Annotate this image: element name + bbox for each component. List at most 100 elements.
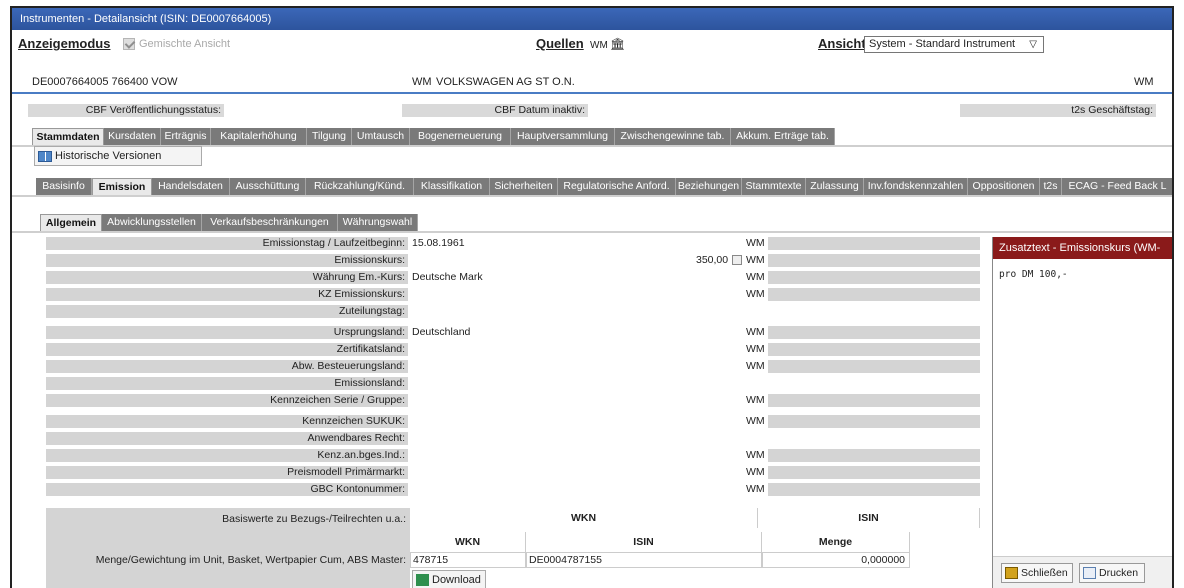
sub-sub-tabs: Allgemein Abwicklungsstellen Verkaufsbes… [12,214,1172,231]
tab-inv-fondskennzahlen[interactable]: Inv.fondskennzahlen [864,178,968,195]
ansicht-select[interactable]: System - Standard Instrument ▽ [864,36,1044,53]
field-src: WM [746,343,765,355]
gemischte-ansicht-toggle[interactable]: Gemischte Ansicht [115,38,230,51]
t2s-label: t2s Geschäftstag: [960,104,1156,117]
tab-handelsdaten[interactable]: Handelsdaten [152,178,230,195]
field-src: WM [746,360,765,372]
field-extra [768,394,980,407]
tab-hauptversammlung[interactable]: Hauptversammlung [511,128,615,145]
download-button[interactable]: Download [412,570,486,588]
tab-ertraegnis[interactable]: Erträgnis [161,128,211,145]
tab-zulassung[interactable]: Zulassung [806,178,864,195]
field-extra [768,343,980,356]
book-icon [38,150,52,162]
menge-cell-wkn: 478715 [410,552,526,568]
ansicht-label: Ansicht [818,36,866,51]
tab-stammtexte[interactable]: Stammtexte [742,178,806,195]
tab-beziehungen[interactable]: Beziehungen [676,178,742,195]
menge-label: Menge/Gewichtung im Unit, Basket, Wertpa… [46,530,410,588]
zusatztext-icon[interactable] [732,255,742,265]
field-label-kz-emissionskurs: KZ Emissionskurs: [46,288,408,301]
tab-allgemein[interactable]: Allgemein [40,214,102,231]
basiswerte-col-wkn: WKN [410,508,758,528]
building-icon[interactable]: 🏛 [610,37,625,51]
tab-regulatorische[interactable]: Regulatorische Anford. [558,178,676,195]
menge-col-isin: ISIN [526,532,762,552]
sub-sub-tabs-divider [12,231,1172,233]
field-src: WM [746,237,765,249]
field-label-preismodell: Preismodell Primärmarkt: [46,466,408,479]
checkbox-icon[interactable] [123,38,135,51]
menge-col-menge: Menge [762,532,910,552]
tab-oppositionen[interactable]: Oppositionen [968,178,1040,195]
instrument-id: DE0007664005 766400 VOW [32,76,178,88]
field-src: WM [746,483,765,495]
tab-basisinfo[interactable]: Basisinfo [36,178,92,195]
field-label-emissionsland: Emissionsland: [46,377,408,390]
field-label-zertifikatsland: Zertifikatsland: [46,343,408,356]
popup-title: Zusatztext - Emissionskurs (WM-GD669) [993,237,1172,276]
schliessen-button[interactable]: Schließen [1001,563,1073,583]
tab-zwischengewinne[interactable]: Zwischengewinne tab. [615,128,731,145]
field-src: WM [746,254,765,266]
quellen-label: Quellen [536,36,584,51]
field-label-emissionstag: Emissionstag / Laufzeitbeginn: [46,237,408,250]
field-label-besteuerungsland: Abw. Besteuerungsland: [46,360,408,373]
window-title: Instrumenten - Detailansicht (ISIN: DE00… [12,8,1172,30]
instrument-name: VOLKSWAGEN AG ST O.N. [436,76,575,88]
tab-bogenerneuerung[interactable]: Bogenerneuerung [410,128,511,145]
field-extra [768,483,980,496]
field-src: WM [746,288,765,300]
tab-ausschuettung[interactable]: Ausschüttung [230,178,306,195]
tab-t2s[interactable]: t2s [1040,178,1062,195]
field-label-gbc-kontonummer: GBC Kontonummer: [46,483,408,496]
instrument-id-row: DE0007664005 766400 VOW WM VOLKSWAGEN AG… [12,72,1172,94]
tab-sicherheiten[interactable]: Sicherheiten [490,178,558,195]
tab-waehrungswahl[interactable]: Währungswahl [338,214,418,231]
zusatztext-popup: Zusatztext - Emissionskurs (WM-GD669) pr… [992,237,1172,588]
tab-tilgung[interactable]: Tilgung [307,128,352,145]
tab-klassifikation[interactable]: Klassifikation [414,178,490,195]
detail-window: Instrumenten - Detailansicht (ISIN: DE00… [10,6,1174,588]
field-extra [768,254,980,267]
field-src: WM [746,449,765,461]
field-value-emissionskurs: 350,00 [696,254,729,266]
field-value-ursprungsland: Deutschland [412,326,471,338]
drucken-button[interactable]: Drucken [1079,563,1145,583]
field-label-ursprungsland: Ursprungsland: [46,326,408,339]
excel-icon [416,574,429,587]
field-label-waehrung: Währung Em.-Kurs: [46,271,408,284]
tab-akkum-ertraege[interactable]: Akkum. Erträge tab. [731,128,835,145]
tab-umtausch[interactable]: Umtausch [352,128,410,145]
field-extra [768,466,980,479]
tab-kapitalerhoehung[interactable]: Kapitalerhöhung [211,128,307,145]
basiswerte-col-isin: ISIN [758,508,980,528]
exit-icon [1005,567,1018,580]
field-extra [768,271,980,284]
tab-emission[interactable]: Emission [92,178,152,195]
field-src: WM [746,271,765,283]
tab-rueckzahlung[interactable]: Rückzahlung/Künd. [306,178,414,195]
field-extra [768,326,980,339]
field-label-kenz-an-bges: Kenz.an.bges.Ind.: [46,449,408,462]
field-extra [768,415,980,428]
status-row: CBF Veröffentlichungsstatus: CBF Datum i… [12,104,1172,118]
tab-ecag-feedback[interactable]: ECAG - Feed Back L [1062,178,1172,195]
cbf-status-label: CBF Veröffentlichungsstatus: [28,104,224,117]
field-label-emissionskurs: Emissionskurs: [46,254,408,267]
tab-verkaufsbeschraenkungen[interactable]: Verkaufsbeschränkungen [202,214,338,231]
main-tabs: Stammdaten Kursdaten Erträgnis Kapitaler… [12,128,1172,145]
tab-kursdaten[interactable]: Kursdaten [104,128,161,145]
tab-stammdaten[interactable]: Stammdaten [32,128,104,145]
field-src: WM [746,326,765,338]
menge-cell-menge: 0,000000 [762,552,910,568]
instrument-source-right: WM [1134,76,1154,88]
historische-versionen-button[interactable]: Historische Versionen [34,146,202,166]
popup-footer: Schließen Drucken [993,556,1172,588]
field-extra [768,288,980,301]
sub-tabs: Basisinfo Emission Handelsdaten Ausschüt… [12,178,1172,195]
sub-tabs-divider [12,195,1172,197]
tab-abwicklungsstellen[interactable]: Abwicklungsstellen [102,214,202,231]
field-extra [768,360,980,373]
anzeigemodus-label: Anzeigemodus [18,36,111,51]
